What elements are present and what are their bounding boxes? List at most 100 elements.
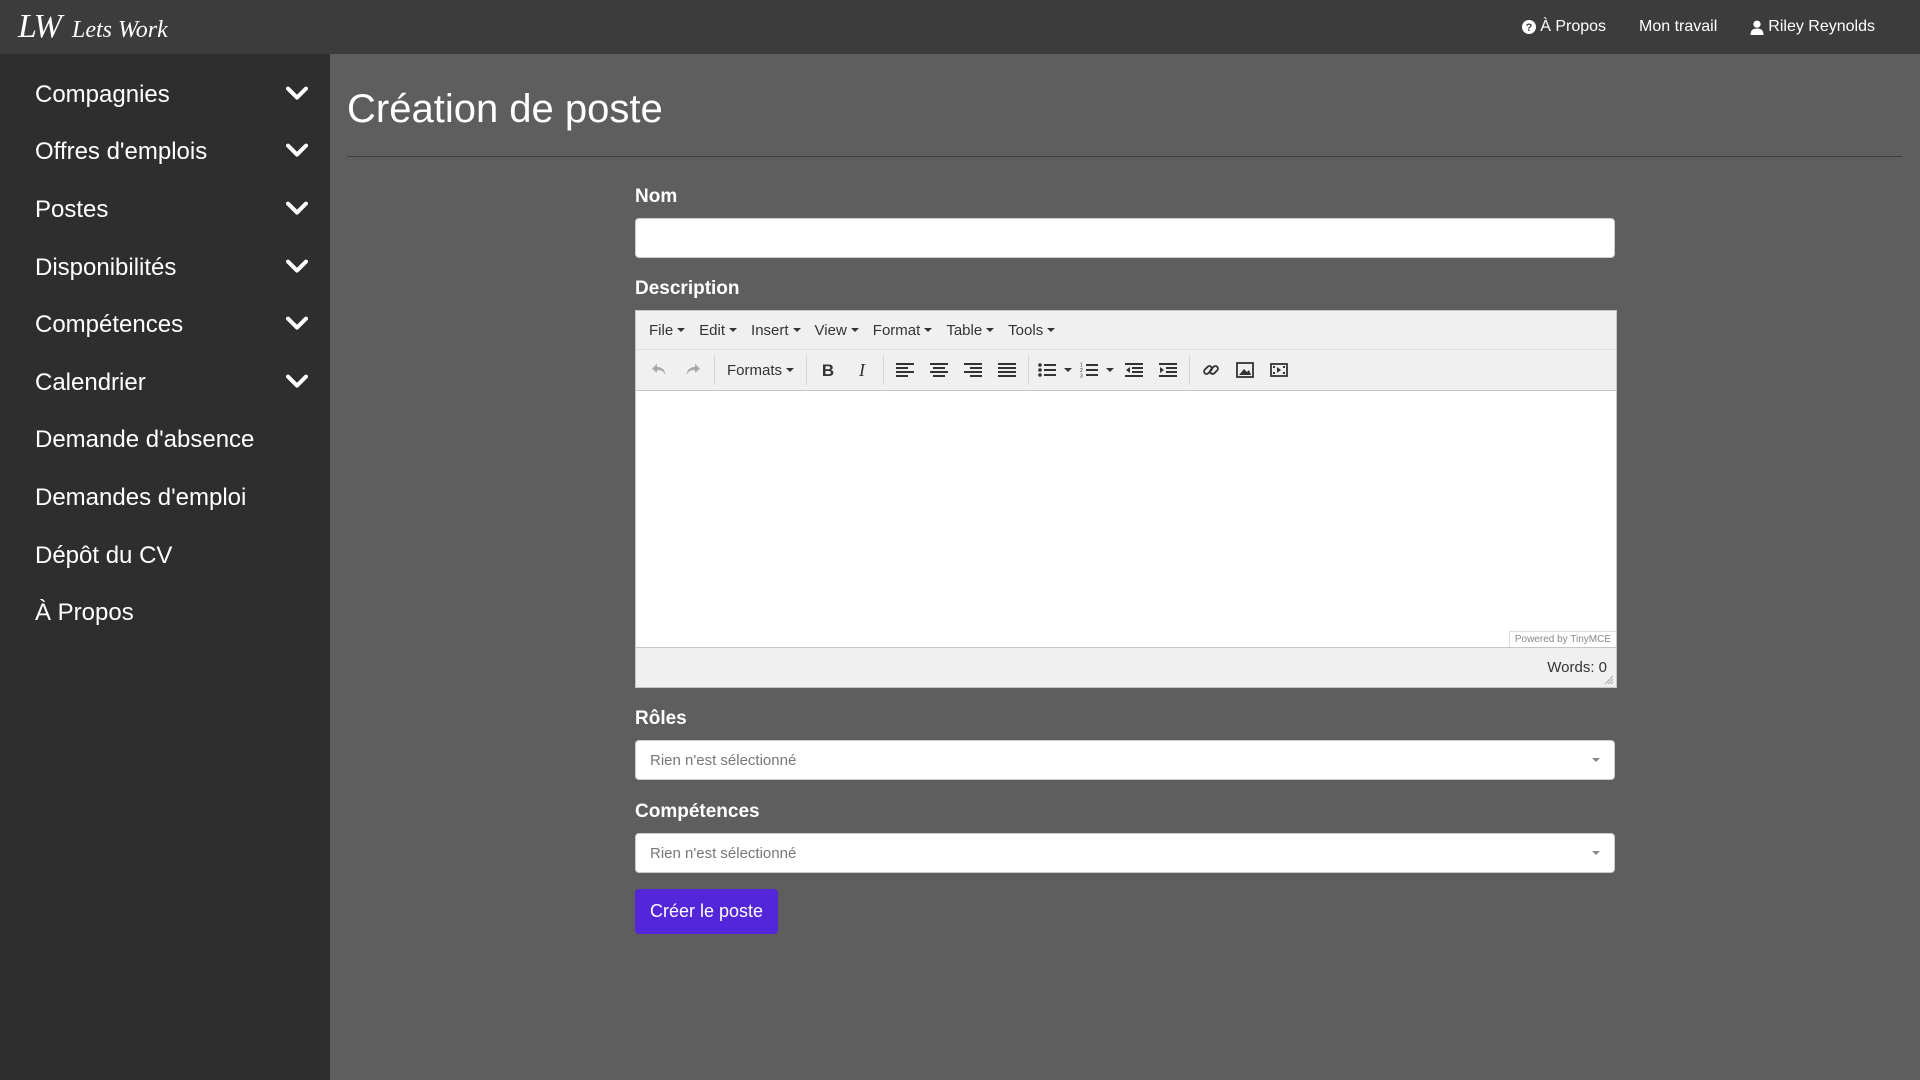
sidebar-item-label: Compagnies bbox=[35, 80, 170, 108]
roles-label: Rôles bbox=[635, 708, 687, 729]
svg-text:B: B bbox=[822, 362, 834, 378]
align-center-button[interactable] bbox=[922, 355, 956, 385]
svg-text:?: ? bbox=[1526, 22, 1533, 34]
bold-icon: B bbox=[822, 362, 834, 378]
editor-toolbar: Formats B I 1 2 3 bbox=[636, 350, 1616, 390]
insert-link-button[interactable] bbox=[1194, 355, 1228, 385]
insert-media-button[interactable] bbox=[1262, 355, 1296, 385]
rich-text-editor: File Edit Insert View Format Table Tools… bbox=[635, 310, 1617, 688]
create-position-form: Nom Description File Edit Insert View Fo… bbox=[635, 186, 1617, 934]
formats-dropdown[interactable]: Formats bbox=[719, 362, 802, 379]
toolbar-separator bbox=[1189, 355, 1191, 385]
navbar-links: ? À Propos Mon travail Riley Reynolds bbox=[1489, 0, 1875, 54]
svg-text:I: I bbox=[858, 362, 866, 378]
page-title: Création de poste bbox=[347, 87, 663, 131]
formats-label: Formats bbox=[727, 361, 783, 379]
sidebar-item-demande-absence[interactable]: Demande d'absence bbox=[0, 412, 330, 470]
chevron-down-icon bbox=[286, 143, 308, 157]
sidebar-item-label: Offres d'emplois bbox=[35, 138, 208, 166]
sidebar-item-label: Dépôt du CV bbox=[35, 541, 173, 569]
caret-down-icon bbox=[850, 328, 859, 332]
align-left-button[interactable] bbox=[888, 355, 922, 385]
sidebar-item-a-propos[interactable]: À Propos bbox=[0, 584, 330, 642]
chevron-down-icon bbox=[286, 259, 308, 273]
nav-link-about[interactable]: ? À Propos bbox=[1522, 18, 1606, 36]
align-right-button[interactable] bbox=[956, 355, 990, 385]
menu-label: Tools bbox=[1008, 321, 1044, 339]
sidebar-item-competences[interactable]: Compétences bbox=[0, 296, 330, 354]
sidebar-item-calendrier[interactable]: Calendrier bbox=[0, 354, 330, 412]
skills-select[interactable]: Rien n'est sélectionné bbox=[635, 833, 1615, 873]
outdent-button[interactable] bbox=[1117, 355, 1151, 385]
numbered-list-dropdown[interactable] bbox=[1103, 355, 1117, 385]
caret-down-icon bbox=[924, 328, 933, 332]
nav-link-about-label: À Propos bbox=[1540, 18, 1607, 35]
align-justify-button[interactable] bbox=[990, 355, 1024, 385]
brand-logo: LW bbox=[18, 8, 62, 45]
align-justify-icon bbox=[998, 363, 1017, 377]
sidebar-item-compagnies[interactable]: Compagnies bbox=[0, 66, 330, 124]
italic-button[interactable]: I bbox=[845, 355, 879, 385]
sidebar-item-offres-emplois[interactable]: Offres d'emplois bbox=[0, 124, 330, 182]
toolbar-separator bbox=[883, 355, 885, 385]
nav-link-my-work-label: Mon travail bbox=[1639, 18, 1718, 35]
menu-label: Edit bbox=[699, 321, 726, 339]
skills-select-placeholder: Rien n'est sélectionné bbox=[650, 844, 797, 862]
sidebar-item-label: Demandes d'emploi bbox=[35, 483, 247, 511]
indent-button[interactable] bbox=[1151, 355, 1185, 385]
sidebar-item-postes[interactable]: Postes bbox=[0, 181, 330, 239]
menu-label: Table bbox=[946, 321, 983, 339]
chevron-down-icon bbox=[286, 86, 308, 100]
sidebar-item-label: Calendrier bbox=[35, 368, 146, 396]
editor-menu-view[interactable]: View bbox=[815, 322, 859, 339]
name-input[interactable] bbox=[635, 218, 1615, 258]
caret-down-icon bbox=[792, 328, 801, 332]
sidebar-item-label: Disponibilités bbox=[35, 253, 177, 281]
editor-menu-format[interactable]: Format bbox=[873, 322, 933, 339]
editor-menu-table[interactable]: Table bbox=[946, 321, 995, 339]
editor-menu-file[interactable]: File bbox=[649, 321, 686, 339]
skills-label: Compétences bbox=[635, 801, 760, 822]
caret-down-icon bbox=[677, 328, 686, 332]
redo-button[interactable] bbox=[676, 355, 710, 385]
editor-menubar: File Edit Insert View Format Table Tools bbox=[636, 311, 1616, 350]
editor-content-area[interactable]: Powered by TinyMCE bbox=[636, 390, 1616, 647]
numbered-list-button[interactable]: 123 bbox=[1075, 355, 1103, 385]
menu-label: Format bbox=[872, 321, 921, 339]
create-position-button[interactable]: Créer le poste bbox=[635, 889, 779, 934]
roles-select[interactable]: Rien n'est sélectionné bbox=[635, 740, 1615, 780]
brand-logo-link[interactable]: LW Lets Work bbox=[18, 8, 168, 46]
caret-down-icon bbox=[986, 328, 995, 332]
menu-label: File bbox=[649, 321, 674, 339]
word-count: Words: 0 bbox=[1547, 659, 1607, 676]
editor-menu-edit[interactable]: Edit bbox=[699, 321, 738, 339]
user-icon bbox=[1750, 20, 1764, 35]
editor-menu-tools[interactable]: Tools bbox=[1008, 321, 1056, 339]
nav-link-user-profile[interactable]: Riley Reynolds bbox=[1750, 18, 1875, 36]
sidebar-item-label: Postes bbox=[35, 195, 109, 223]
editor-menu-insert[interactable]: Insert bbox=[751, 322, 801, 339]
sidebar-item-disponibilites[interactable]: Disponibilités bbox=[0, 239, 330, 297]
undo-button[interactable] bbox=[642, 355, 676, 385]
bullet-list-dropdown[interactable] bbox=[1061, 355, 1075, 385]
indent-icon bbox=[1159, 363, 1178, 377]
bullet-list-button[interactable] bbox=[1033, 355, 1061, 385]
nav-link-my-work[interactable]: Mon travail bbox=[1639, 18, 1717, 36]
powered-by-label[interactable]: Powered by TinyMCE bbox=[1508, 631, 1616, 647]
menu-label: Insert bbox=[751, 321, 789, 339]
redo-icon bbox=[686, 364, 700, 375]
toolbar-separator bbox=[806, 355, 808, 385]
caret-down-icon bbox=[729, 328, 738, 332]
sidebar-item-depot-cv[interactable]: Dépôt du CV bbox=[0, 527, 330, 585]
outdent-icon bbox=[1125, 363, 1144, 377]
bold-button[interactable]: B bbox=[811, 355, 845, 385]
sidebar-item-demandes-emploi[interactable]: Demandes d'emploi bbox=[0, 469, 330, 527]
sidebar-item-label: Demande d'absence bbox=[35, 426, 255, 454]
numbered-list-icon: 123 bbox=[1080, 363, 1099, 378]
link-icon bbox=[1203, 365, 1219, 375]
insert-image-button[interactable] bbox=[1228, 355, 1262, 385]
resize-handle-icon[interactable] bbox=[1604, 675, 1614, 685]
caret-down-icon bbox=[786, 368, 795, 372]
caret-down-icon bbox=[1047, 328, 1056, 332]
image-icon bbox=[1236, 362, 1254, 378]
